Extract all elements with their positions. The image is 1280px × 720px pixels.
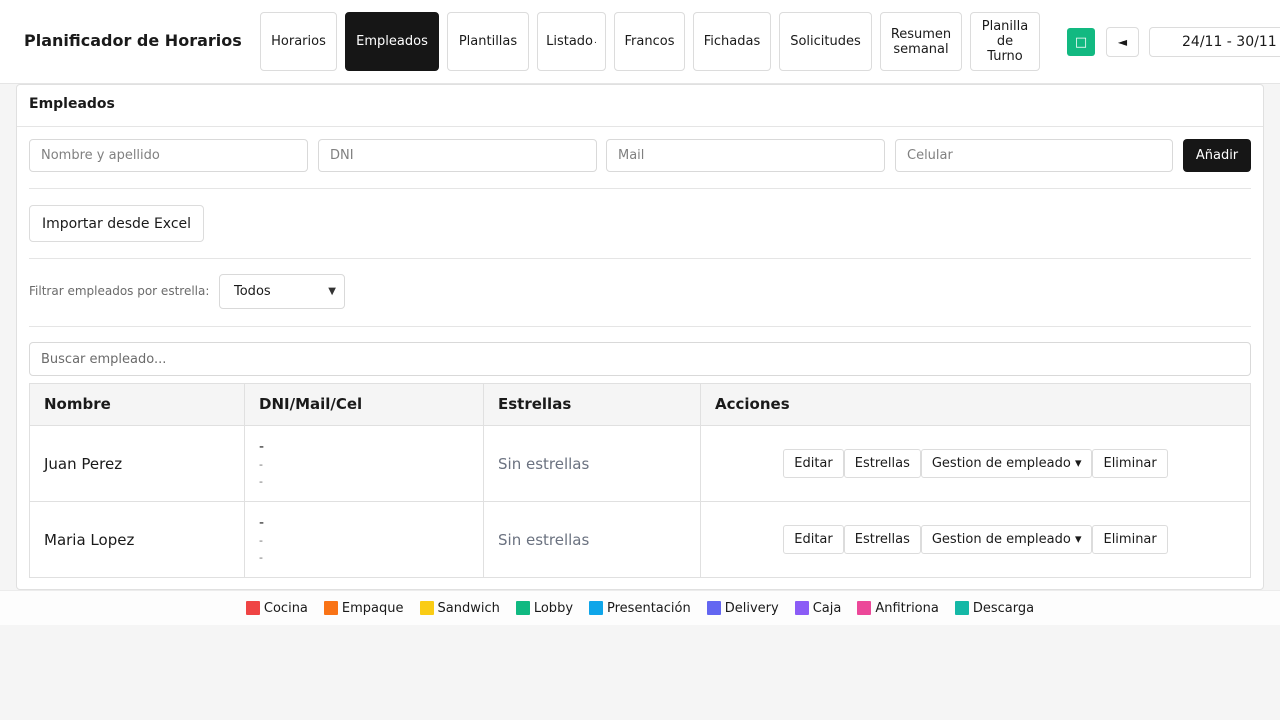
legend-label: Cocina bbox=[263, 600, 308, 616]
column-header-actions: Acciones bbox=[715, 395, 790, 413]
column-header-stars: Estrellas bbox=[484, 384, 701, 425]
chevron-down-icon: ▼ bbox=[328, 286, 336, 297]
employee-mail: - bbox=[259, 533, 263, 547]
column-header-contact: DNI/Mail/Cel bbox=[245, 384, 484, 425]
legend-item-lobby: Lobby bbox=[515, 600, 574, 616]
panel-title: Empleados bbox=[17, 85, 1263, 127]
nav-fichadas[interactable]: Fichadas bbox=[693, 12, 771, 71]
nav-listado[interactable]: Listado. bbox=[537, 12, 606, 71]
legend-item-delivery: Delivery bbox=[706, 600, 779, 616]
nav-empleados[interactable]: Empleados bbox=[345, 12, 439, 71]
stars-button[interactable]: Estrellas bbox=[843, 449, 921, 478]
legend-swatch bbox=[954, 601, 969, 615]
phone-input[interactable] bbox=[895, 139, 1173, 172]
legend-item-descarga: Descarga bbox=[954, 600, 1035, 616]
legend-label: Caja bbox=[812, 600, 842, 616]
row-actions: Editar Estrellas Gestion de empleado ▾ E… bbox=[701, 502, 1250, 577]
edit-button[interactable]: Editar bbox=[783, 525, 844, 554]
legend-label: Anfitriona bbox=[875, 600, 939, 616]
action-button[interactable]: □ bbox=[1067, 28, 1095, 56]
nav-horarios[interactable]: Horarios bbox=[260, 12, 337, 71]
legend-label: Empaque bbox=[341, 600, 404, 616]
date-range[interactable]: 24/11 - 30/11 bbox=[1149, 27, 1280, 57]
table-row: Maria Lopez - - - Sin estrellas Editar E… bbox=[30, 502, 1250, 577]
legend-item-cocina: Cocina bbox=[245, 600, 308, 616]
star-filter-value: Todos bbox=[234, 284, 271, 299]
nav-francos[interactable]: Francos bbox=[614, 12, 685, 71]
legend-swatch bbox=[857, 601, 872, 615]
legend-swatch bbox=[419, 601, 434, 615]
previous-week-button[interactable]: ◄ bbox=[1106, 27, 1139, 57]
edit-button[interactable]: Editar bbox=[783, 449, 844, 478]
action-icon: □ bbox=[1074, 34, 1088, 50]
name-input[interactable] bbox=[29, 139, 308, 172]
delete-button[interactable]: Eliminar bbox=[1092, 449, 1168, 478]
employees-table: Nombre DNI/Mail/Cel Estrellas Acciones J… bbox=[29, 383, 1251, 578]
legend-item-anfitriona: Anfitriona bbox=[857, 601, 939, 616]
employee-dni: - bbox=[259, 438, 265, 455]
table-header: Nombre DNI/Mail/Cel Estrellas Acciones bbox=[30, 384, 1250, 426]
import-excel-button[interactable]: Importar desde Excel bbox=[29, 205, 204, 242]
legend-swatch bbox=[323, 601, 338, 615]
legend-swatch bbox=[794, 601, 809, 615]
star-filter-select[interactable]: Todos ▼ bbox=[219, 274, 345, 309]
divider bbox=[29, 188, 1251, 189]
mail-input[interactable] bbox=[606, 139, 885, 172]
top-bar: Planificador de Horarios Horarios Emplea… bbox=[0, 0, 1280, 84]
divider bbox=[29, 326, 1251, 327]
legend-swatch bbox=[706, 601, 721, 615]
nav-solicitudes[interactable]: Solicitudes bbox=[779, 12, 872, 71]
legend-label: Lobby bbox=[533, 600, 574, 616]
app-title: Planificador de Horarios bbox=[24, 31, 242, 50]
employee-dni: - bbox=[259, 514, 265, 531]
nav-planilla-de-turno[interactable]: Planilla de Turno bbox=[970, 12, 1040, 71]
role-legend: Cocina Empaque Sandwich Lobby Presentaci… bbox=[0, 590, 1280, 625]
add-employee-button[interactable]: Añadir bbox=[1183, 139, 1251, 172]
nav-listado-label: Listado bbox=[546, 34, 594, 49]
legend-item-presentacion: Presentación bbox=[589, 601, 691, 616]
employees-panel: Empleados Añadir Importar desde Excel Fi… bbox=[16, 84, 1264, 590]
stars-button[interactable]: Estrellas bbox=[843, 525, 921, 554]
dni-input[interactable] bbox=[318, 139, 597, 172]
employee-search-input[interactable] bbox=[29, 342, 1251, 376]
legend-item-empaque: Empaque bbox=[323, 600, 404, 616]
employee-cel: - bbox=[259, 474, 263, 488]
divider bbox=[29, 258, 1251, 259]
dropdown-indicator-icon: . bbox=[594, 36, 597, 46]
legend-swatch bbox=[589, 601, 604, 615]
delete-button[interactable]: Eliminar bbox=[1092, 525, 1168, 554]
previous-arrow-icon: ◄ bbox=[1117, 35, 1128, 49]
legend-swatch bbox=[245, 601, 260, 615]
star-filter-label: Filtrar empleados por estrella: bbox=[29, 284, 210, 298]
manage-employee-button[interactable]: Gestion de empleado ▾ bbox=[920, 449, 1093, 478]
employee-name: Maria Lopez bbox=[30, 502, 245, 577]
employee-stars: Sin estrellas bbox=[484, 502, 701, 577]
employee-stars: Sin estrellas bbox=[484, 426, 701, 501]
column-header-name: Nombre bbox=[30, 384, 245, 425]
legend-label: Sandwich bbox=[437, 600, 500, 616]
employee-contact: - - - bbox=[245, 502, 484, 577]
legend-swatch bbox=[515, 601, 530, 615]
legend-item-sandwich: Sandwich bbox=[419, 600, 500, 616]
employee-contact: - - - bbox=[245, 426, 484, 501]
manage-employee-button[interactable]: Gestion de empleado ▾ bbox=[920, 525, 1093, 554]
legend-label: Descarga bbox=[972, 600, 1035, 616]
legend-label: Delivery bbox=[724, 600, 779, 616]
table-row: Juan Perez - - - Sin estrellas Editar Es… bbox=[30, 426, 1250, 502]
row-actions: Editar Estrellas Gestion de empleado ▾ E… bbox=[701, 426, 1250, 501]
nav-resumen-semanal[interactable]: Resumen semanal bbox=[880, 12, 962, 71]
employee-name: Juan Perez bbox=[30, 426, 245, 501]
employee-cel: - bbox=[259, 550, 263, 564]
legend-label: Presentación bbox=[607, 600, 691, 616]
employee-mail: - bbox=[259, 457, 263, 471]
legend-item-caja: Caja bbox=[794, 600, 842, 616]
nav-plantillas[interactable]: Plantillas bbox=[447, 12, 529, 71]
